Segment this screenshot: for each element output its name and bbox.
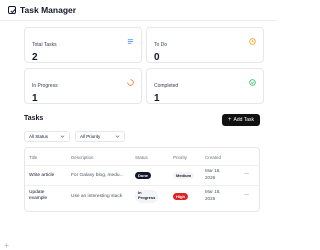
stat-card-total-tasks: Total Tasks 2 (24, 27, 142, 63)
sparkle-icon (4, 243, 9, 248)
status-filter-select[interactable]: All Status (24, 131, 70, 142)
header-divider (25, 165, 259, 166)
status-badge-line2: Progress (138, 194, 156, 200)
stat-card-to-do: To Do 0 (146, 27, 264, 63)
column-header-description: Description (71, 155, 94, 160)
created-date: Mar 18, (205, 168, 221, 173)
stat-label: In Progress (32, 83, 58, 89)
check-circle-icon (249, 79, 256, 86)
status-badge: In Progress (135, 190, 159, 203)
row-menu-button[interactable]: ··· (244, 171, 249, 177)
stat-value: 0 (154, 52, 160, 63)
column-header-status: Status (135, 155, 148, 160)
created-year: 2026 (205, 196, 216, 201)
row-divider (25, 185, 259, 186)
task-description: Use an interesting stack (71, 194, 123, 199)
tasks-section-title: Tasks (24, 115, 44, 122)
add-task-button[interactable]: + Add Task (222, 114, 260, 126)
priority-filter-value: All Priority (80, 134, 101, 139)
stat-value: 1 (154, 93, 160, 104)
row-menu-button[interactable]: ··· (244, 192, 249, 198)
task-title: Write article (29, 173, 55, 178)
chevron-down-icon (115, 135, 120, 138)
created-date: Mar 18, (205, 189, 221, 194)
stat-card-in-progress: In Progress 1 (24, 68, 142, 104)
priority-badge: Medium (173, 172, 195, 179)
column-header-created: Created (205, 155, 222, 160)
header-divider (0, 20, 277, 21)
app-header: Task Manager (8, 5, 76, 15)
created-year: 2026 (205, 175, 216, 180)
status-badge: Done (135, 172, 151, 179)
column-header-priority: Priority (173, 155, 188, 160)
column-header-title: Title (29, 155, 38, 160)
stat-label: Total Tasks (32, 42, 57, 48)
stat-value: 2 (32, 52, 38, 63)
stat-card-completed: Completed 1 (146, 68, 264, 104)
spinner-icon (127, 79, 134, 86)
clock-icon (249, 38, 256, 45)
stat-label: To Do (154, 42, 168, 48)
stat-value: 1 (32, 93, 38, 104)
app-title: Task Manager (20, 5, 77, 15)
task-title-continued: example (29, 196, 48, 201)
add-task-label: Add Task (233, 117, 254, 123)
task-description: For Galaxy blog, medu... (71, 173, 124, 178)
list-icon (127, 39, 134, 44)
checkbox-icon (8, 6, 16, 14)
chevron-down-icon (60, 135, 65, 138)
tasks-table: Title Description Status Priority Create… (24, 147, 260, 212)
stat-label: Completed (154, 83, 179, 89)
priority-badge: High (173, 193, 188, 200)
plus-icon: + (228, 117, 232, 123)
priority-filter-select[interactable]: All Priority (75, 131, 125, 142)
status-filter-value: All Status (29, 134, 49, 139)
